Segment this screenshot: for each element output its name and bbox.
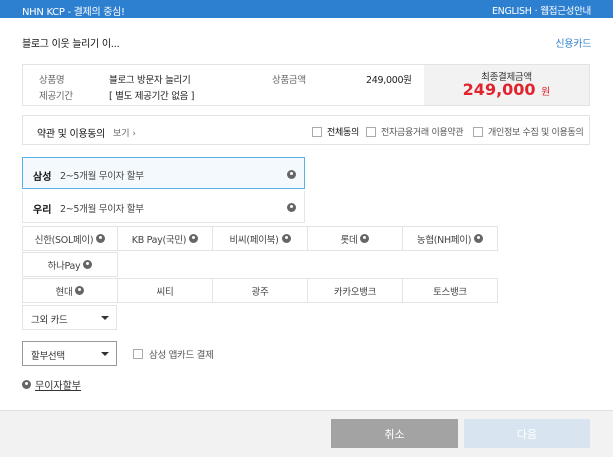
card-label: 씨티 — [156, 286, 174, 298]
card-gwangju[interactable]: 광주 — [212, 278, 308, 303]
checkbox-icon — [473, 126, 483, 137]
final-amount-value: 249,000 — [462, 80, 536, 99]
card-label: 비씨(페이북) — [229, 234, 279, 246]
benefit-info-icon — [83, 260, 93, 269]
card-nh[interactable]: 농협(NH페이) — [402, 226, 498, 251]
final-amount: 249,000 원 — [424, 80, 589, 99]
benefit-info-icon — [287, 170, 296, 179]
chevron-down-icon — [101, 352, 109, 356]
info-icon — [22, 380, 31, 389]
english-link[interactable]: ENGLISH — [492, 6, 532, 17]
card-name: 우리 — [33, 205, 52, 216]
card-label: 롯데 — [340, 234, 358, 246]
card-label: 농협(NH페이) — [416, 234, 472, 246]
card-hyundai[interactable]: 현대 — [22, 278, 118, 303]
samsung-appcard-label: 삼성 앱카드 결제 — [149, 350, 214, 361]
header-links: ENGLISH · 웹접근성안내 — [492, 3, 591, 17]
final-amount-box: 최종결제금액 249,000 원 — [424, 65, 589, 105]
footer-bar: 취소 다음 — [0, 410, 613, 457]
agree-all-label: 전체동의 — [327, 128, 359, 138]
terms-title: 약관 및 이용동의 — [37, 129, 106, 140]
agree-all-checkbox[interactable]: 전체동의 — [312, 125, 359, 138]
payment-method-label: 신용카드 — [555, 39, 591, 50]
installment-select[interactable]: 할부선택 — [22, 341, 117, 366]
order-summary: 상품명 블로그 방문자 늘리기 제공기간 [ 별도 제공기간 없음 ] 상품금액… — [22, 64, 590, 106]
efinance-terms-checkbox[interactable]: 전자금융거래 이용약관 — [366, 125, 464, 138]
header-separator: · — [534, 6, 538, 17]
checkbox-icon — [366, 126, 376, 137]
cancel-button[interactable]: 취소 — [331, 419, 458, 448]
efinance-terms-label: 전자금융거래 이용약관 — [381, 128, 464, 138]
terms-view-link[interactable]: 보기 › — [113, 126, 136, 139]
no-interest-label: 무이자할부 — [35, 381, 81, 392]
benefit-info-icon — [189, 234, 199, 243]
privacy-terms-checkbox[interactable]: 개인정보 수집 및 이용동의 — [473, 125, 584, 138]
samsung-appcard-checkbox[interactable]: 삼성 앱카드 결제 — [133, 347, 214, 361]
installment-select-value: 할부선택 — [31, 351, 65, 362]
amount-label: 상품금액 — [272, 75, 306, 86]
card-benefit: 2~5개월 무이자 할부 — [60, 204, 144, 215]
product-name-value: 블로그 방문자 늘리기 — [109, 75, 191, 86]
benefit-info-icon — [75, 286, 85, 295]
card-option-woori[interactable]: 우리 2~5개월 무이자 할부 — [22, 191, 305, 223]
card-name: 삼성 — [33, 172, 52, 183]
card-label: 광주 — [251, 286, 269, 298]
chevron-down-icon — [101, 316, 109, 320]
checkbox-icon — [312, 126, 322, 137]
period-label: 제공기간 — [39, 91, 73, 102]
card-kakaobank[interactable]: 카카오뱅크 — [307, 278, 403, 303]
other-card-select-value: 그외 카드 — [31, 315, 68, 326]
card-label: KB Pay(국민) — [131, 234, 187, 246]
card-label: 토스뱅크 — [433, 286, 467, 298]
card-kb[interactable]: KB Pay(국민) — [117, 226, 213, 251]
benefit-info-icon — [281, 234, 291, 243]
terms-row: 약관 및 이용동의 보기 › 전체동의 전자금융거래 이용약관 개인정보 수집 … — [22, 115, 590, 145]
privacy-terms-label: 개인정보 수집 및 이용동의 — [488, 128, 584, 138]
benefit-info-icon — [474, 234, 484, 243]
checkbox-icon — [133, 349, 143, 359]
card-label: 신한(SOL페이) — [34, 234, 94, 246]
benefit-info-icon — [287, 203, 296, 212]
period-value: [ 별도 제공기간 없음 ] — [109, 91, 195, 102]
benefit-info-icon — [360, 234, 370, 243]
benefit-info-icon — [96, 234, 106, 243]
amount-value: 249,000원 — [366, 75, 412, 86]
card-bc[interactable]: 비씨(페이북) — [212, 226, 308, 251]
other-card-select[interactable]: 그외 카드 — [22, 305, 117, 330]
top-bar: NHN KCP - 결제의 중심! ENGLISH · 웹접근성안내 — [0, 0, 613, 18]
card-tossbank[interactable]: 토스뱅크 — [402, 278, 498, 303]
card-benefit: 2~5개월 무이자 할부 — [60, 171, 144, 182]
card-label: 현대 — [55, 286, 73, 298]
card-label: 하나Pay — [47, 260, 81, 272]
card-option-samsung[interactable]: 삼성 2~5개월 무이자 할부 — [22, 157, 305, 189]
product-title: 블로그 이웃 늘리기 이... — [22, 39, 120, 50]
final-amount-unit: 원 — [541, 87, 551, 98]
accessibility-link[interactable]: 웹접근성안내 — [540, 6, 591, 17]
card-citi[interactable]: 씨티 — [117, 278, 213, 303]
card-label: 카카오뱅크 — [333, 286, 377, 298]
card-shinhan[interactable]: 신한(SOL페이) — [22, 226, 118, 251]
card-lotte[interactable]: 롯데 — [307, 226, 403, 251]
no-interest-link[interactable]: 무이자할부 — [22, 377, 81, 392]
kcp-logo: NHN KCP - 결제의 중심! — [22, 7, 125, 18]
card-hana[interactable]: 하나Pay — [22, 252, 118, 277]
product-name-label: 상품명 — [39, 75, 65, 86]
next-button[interactable]: 다음 — [464, 419, 590, 448]
